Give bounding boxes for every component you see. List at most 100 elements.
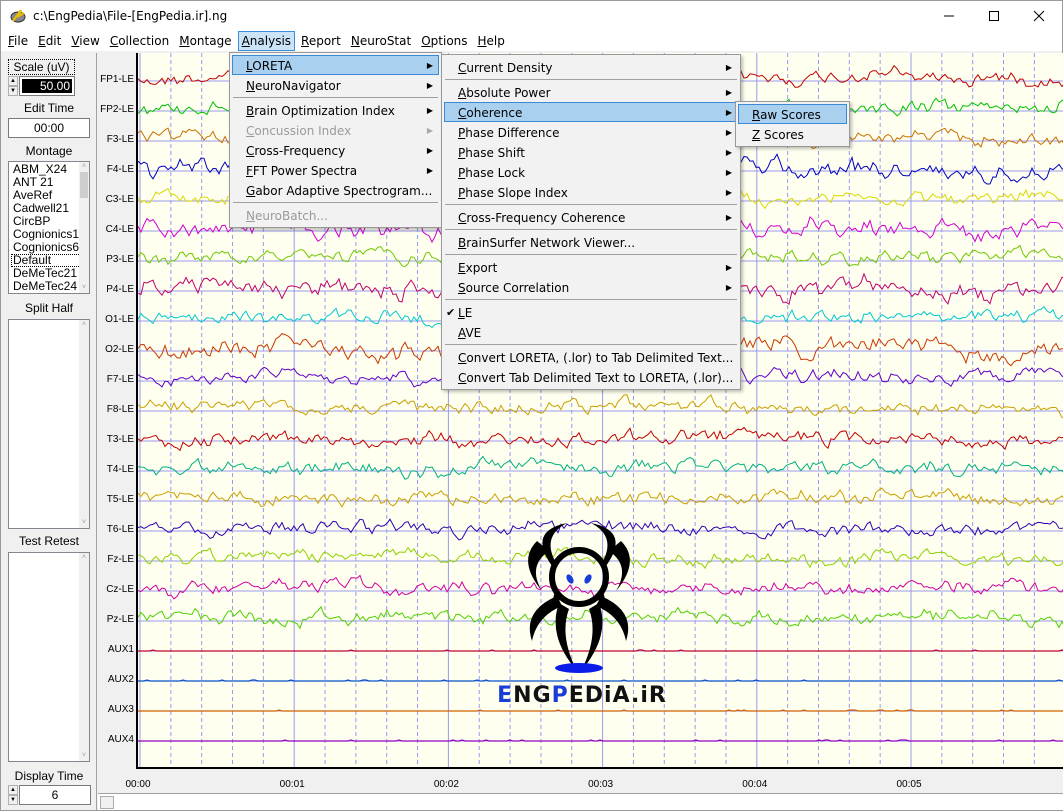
minimize-button[interactable] bbox=[926, 1, 972, 31]
watermark-text: ENGPEDiA.iR bbox=[497, 683, 667, 708]
menu-item-loreta[interactable]: LORETA ▶ bbox=[232, 55, 439, 75]
scroll-down-icon[interactable]: ˅ bbox=[79, 283, 89, 293]
scroll-thumb[interactable] bbox=[80, 172, 88, 198]
channel-label: C3-LE bbox=[105, 194, 134, 205]
menu-item-convert-tab-delimited-text-to-loreta-lor[interactable]: Convert Tab Delimited Text to LORETA, (.… bbox=[444, 367, 738, 387]
menu-report[interactable]: Report bbox=[297, 31, 345, 51]
split-half-scrollbar[interactable]: ˄ ˅ bbox=[79, 320, 89, 528]
test-retest-label: Test Retest bbox=[18, 534, 80, 548]
submenu-arrow-icon: ▶ bbox=[426, 146, 433, 155]
scale-label: Scale (uV) bbox=[8, 59, 75, 75]
menu-item-ave[interactable]: AVE bbox=[444, 322, 738, 342]
submenu-arrow-icon: ▶ bbox=[426, 166, 433, 175]
coherence-submenu: Raw Scores Z Scores bbox=[735, 101, 850, 147]
split-half-listbox[interactable]: ˄ ˅ bbox=[8, 319, 90, 529]
menu-item-export[interactable]: Export ▶ bbox=[444, 257, 738, 277]
scale-input[interactable]: 50.00 bbox=[19, 76, 75, 96]
spin-up-icon[interactable]: ▲ bbox=[8, 76, 18, 86]
menu-item-source-correlation[interactable]: Source Correlation ▶ bbox=[444, 277, 738, 297]
menu-item-gabor-adaptive-spectrogram[interactable]: Gabor Adaptive Spectrogram... bbox=[232, 180, 439, 200]
display-time-spinner[interactable]: ▲ ▼ bbox=[8, 785, 18, 805]
spin-up-icon[interactable]: ▲ bbox=[8, 785, 18, 795]
test-retest-scrollbar[interactable]: ˄ ˅ bbox=[79, 553, 89, 761]
menu-item-convert-loreta-lor-to-tab-delimited-text[interactable]: Convert LORETA, (.lor) to Tab Delimited … bbox=[444, 347, 738, 367]
menu-item-brainsurfer-network-viewer[interactable]: BrainSurfer Network Viewer... bbox=[444, 232, 738, 252]
window-title: c:\EngPedia\File-[EngPedia.ir].ng bbox=[33, 9, 228, 23]
channel-label: Fz-LE bbox=[107, 554, 134, 565]
display-time-input[interactable]: 6 bbox=[19, 785, 91, 805]
time-tick-label: 00:01 bbox=[279, 779, 305, 790]
menu-item-neuronavigator[interactable]: NeuroNavigator ▶ bbox=[232, 75, 439, 95]
scroll-down-icon[interactable]: ˅ bbox=[79, 518, 89, 528]
montage-scrollbar[interactable]: ˄ ˅ bbox=[79, 162, 89, 293]
menu-options[interactable]: Options bbox=[417, 31, 471, 51]
menu-view[interactable]: View bbox=[67, 31, 103, 51]
menu-item-cross-frequency-coherence[interactable]: Cross-Frequency Coherence ▶ bbox=[444, 207, 738, 227]
menu-item-brain-optimization-index[interactable]: Brain Optimization Index ▶ bbox=[232, 100, 439, 120]
menu-neurostat[interactable]: NeuroStat bbox=[347, 31, 415, 51]
menu-help[interactable]: Help bbox=[474, 31, 509, 51]
submenu-arrow-icon: ▶ bbox=[725, 188, 732, 197]
menu-item-concussion-index: Concussion Index ▶ bbox=[232, 120, 439, 140]
spin-down-icon[interactable]: ▼ bbox=[8, 795, 18, 805]
menu-edit[interactable]: Edit bbox=[34, 31, 65, 51]
time-tick-label: 00:04 bbox=[742, 779, 768, 790]
eeg-trace-t4-le bbox=[138, 455, 1063, 480]
menu-montage[interactable]: Montage bbox=[175, 31, 235, 51]
scroll-up-icon[interactable]: ˄ bbox=[79, 553, 89, 563]
menu-item-phase-slope-index[interactable]: Phase Slope Index ▶ bbox=[444, 182, 738, 202]
test-retest-listbox[interactable]: ˄ ˅ bbox=[8, 552, 90, 762]
channel-label: F8-LE bbox=[106, 404, 134, 415]
menu-item-coherence[interactable]: Coherence ▶ bbox=[444, 102, 738, 122]
channel-label: T5-LE bbox=[106, 494, 134, 505]
menu-file[interactable]: File bbox=[4, 31, 32, 51]
submenu-arrow-icon: ▶ bbox=[725, 168, 732, 177]
menu-separator bbox=[445, 204, 737, 205]
menu-item-absolute-power[interactable]: Absolute Power ▶ bbox=[444, 82, 738, 102]
channel-label: Cz-LE bbox=[106, 584, 134, 595]
time-scrollbar[interactable] bbox=[98, 793, 1063, 810]
channel-label: P3-LE bbox=[106, 254, 134, 265]
scroll-down-icon[interactable]: ˅ bbox=[79, 751, 89, 761]
scroll-thumb[interactable] bbox=[100, 796, 114, 809]
spin-down-icon[interactable]: ▼ bbox=[8, 86, 18, 96]
channel-label: Pz-LE bbox=[106, 614, 134, 625]
menu-item-fft-power-spectra[interactable]: FFT Power Spectra ▶ bbox=[232, 160, 439, 180]
menu-item-le[interactable]: ✔ LE bbox=[444, 302, 738, 322]
submenu-arrow-icon: ▶ bbox=[725, 148, 732, 157]
time-tick-label: 00:05 bbox=[896, 779, 922, 790]
menu-item-z-scores[interactable]: Z Scores bbox=[738, 124, 847, 144]
montage-item[interactable]: DeMeTec24 bbox=[9, 280, 89, 293]
close-button[interactable] bbox=[1016, 1, 1062, 31]
scroll-up-icon[interactable]: ˄ bbox=[79, 162, 89, 172]
spider-logo-icon bbox=[528, 523, 630, 671]
montage-listbox[interactable]: ABM_X24 ANT 21 AveRef Cadwell21 CircBP Cognio… bbox=[8, 161, 90, 294]
menu-item-phase-shift[interactable]: Phase Shift ▶ bbox=[444, 142, 738, 162]
montage-label: Montage bbox=[25, 144, 73, 158]
menu-item-raw-scores[interactable]: Raw Scores bbox=[738, 104, 847, 124]
edit-time-input[interactable]: 00:00 bbox=[8, 118, 90, 138]
maximize-button[interactable] bbox=[971, 1, 1017, 31]
scale-spinner[interactable]: ▲ ▼ bbox=[8, 76, 18, 96]
menu-analysis[interactable]: Analysis bbox=[237, 31, 296, 51]
menu-separator bbox=[445, 254, 737, 255]
menu-collection[interactable]: Collection bbox=[106, 31, 173, 51]
submenu-arrow-icon: ▶ bbox=[725, 213, 732, 222]
menu-item-phase-lock[interactable]: Phase Lock ▶ bbox=[444, 162, 738, 182]
submenu-arrow-icon: ▶ bbox=[426, 81, 433, 90]
menu-separator bbox=[233, 202, 438, 203]
menu-item-cross-frequency[interactable]: Cross-Frequency ▶ bbox=[232, 140, 439, 160]
menu-item-phase-difference[interactable]: Phase Difference ▶ bbox=[444, 122, 738, 142]
loreta-submenu: Current Density ▶ Absolute Power ▶ Coherence… bbox=[441, 54, 741, 390]
menu-item-current-density[interactable]: Current Density ▶ bbox=[444, 57, 738, 77]
title-bar: c:\EngPedia\File-[EngPedia.ir].ng bbox=[1, 1, 1062, 31]
checkmark-icon: ✔ bbox=[446, 306, 456, 319]
app-icon bbox=[10, 9, 26, 23]
split-half-label: Split Half bbox=[24, 301, 74, 315]
menu-separator bbox=[445, 299, 737, 300]
menu-separator bbox=[445, 344, 737, 345]
scroll-up-icon[interactable]: ˄ bbox=[79, 320, 89, 330]
submenu-arrow-icon: ▶ bbox=[426, 126, 433, 135]
analysis-menu: LORETA ▶ NeuroNavigator ▶ Brain Optimization… bbox=[229, 52, 442, 228]
channel-label: O1-LE bbox=[105, 314, 134, 325]
